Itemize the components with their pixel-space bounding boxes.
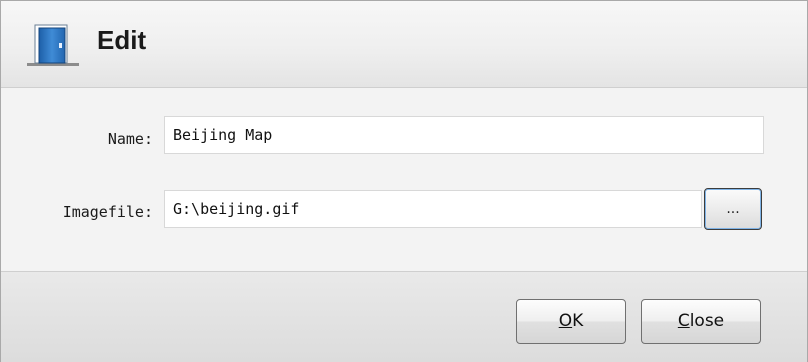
close-button[interactable]: Close — [641, 299, 761, 344]
door-icon — [26, 23, 80, 67]
ok-button[interactable]: OK — [516, 299, 626, 344]
dialog-header: Edit — [1, 1, 807, 88]
browse-button[interactable]: ... — [704, 188, 762, 230]
imagefile-label: Imagefile: — [62, 203, 153, 221]
dialog-footer: OK Close — [1, 271, 807, 362]
close-label-rest: lose — [689, 311, 725, 331]
close-mnemonic: C — [677, 311, 690, 331]
dialog-title: Edit — [97, 25, 147, 55]
name-label: Name: — [107, 130, 153, 148]
ok-mnemonic: O — [558, 311, 573, 331]
ok-label-rest: K — [572, 311, 584, 331]
edit-dialog: Edit Name: Beijing Map Imagefile: G:\bei… — [0, 0, 808, 362]
name-field[interactable]: Beijing Map — [164, 116, 764, 154]
imagefile-field[interactable]: G:\beijing.gif — [164, 190, 702, 228]
